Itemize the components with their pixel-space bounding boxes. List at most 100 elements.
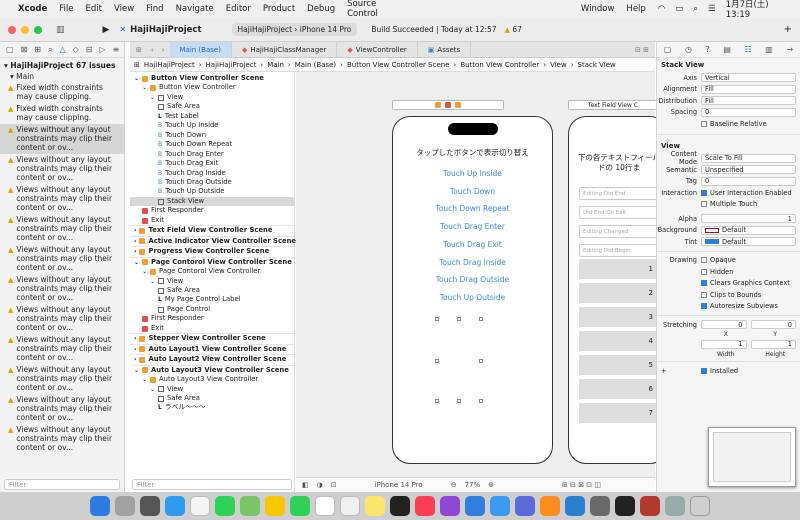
opaque-checkbox[interactable] [701, 257, 707, 264]
outline-row[interactable]: ⌄ Page Contorol View Controller Scene [130, 256, 294, 267]
phone-button[interactable]: Touch Up Inside [393, 169, 552, 178]
app-store-icon[interactable] [465, 496, 485, 516]
xcode-icon[interactable] [490, 496, 510, 516]
stretch-width-field[interactable]: 1 [701, 339, 747, 349]
menu-editor[interactable]: Editor [226, 4, 251, 14]
issue-row[interactable]: ▲ Views without any layout constraints ma… [0, 334, 124, 364]
notes-icon[interactable] [365, 496, 385, 516]
resize-handle[interactable] [479, 399, 483, 403]
issue-row[interactable]: ▲ Views without any layout constraints ma… [0, 424, 124, 454]
outline-row[interactable]: B Touch Drag Exit [130, 159, 294, 168]
outline-row[interactable]: ⌄ View [130, 277, 294, 286]
issue-row[interactable]: ▲ Views without any layout constraints ma… [0, 244, 124, 274]
number-cell[interactable]: 4 [579, 331, 665, 351]
quick-help-icon[interactable]: ? [706, 45, 710, 54]
zoom-out-icon[interactable]: ⊖ [451, 481, 457, 489]
file-inspector-icon[interactable]: ▢ [664, 45, 672, 54]
minimize-icon[interactable] [21, 25, 29, 34]
discord-icon[interactable] [515, 496, 535, 516]
issue-row[interactable]: ▲ Views without any layout constraints ma… [0, 394, 124, 424]
scheme-selector[interactable]: HajiHajiProject › iPhone 14 Pro [231, 23, 358, 36]
close-icon[interactable] [8, 25, 16, 34]
background-popup[interactable]: Default [701, 225, 796, 235]
vscode-icon[interactable] [565, 496, 585, 516]
project-issue-row[interactable]: ▾ HajiHajiProject 67 issues [0, 60, 124, 71]
screenshot-thumbnail[interactable] [708, 427, 796, 487]
menu-product[interactable]: Product [263, 4, 295, 14]
number-cell[interactable]: 6 [579, 379, 665, 399]
grid-icon[interactable]: ⊞ [130, 46, 148, 54]
issue-row[interactable]: ▲ Views without any layout constraints ma… [0, 364, 124, 394]
warning-count-badge[interactable]: ▲ 67 [505, 25, 522, 34]
outline-row[interactable]: › Stepper View Controller Scene [130, 333, 294, 343]
outline-row[interactable]: L Test Label [130, 112, 294, 121]
menu-find[interactable]: Find [146, 4, 163, 14]
number-cell[interactable]: 5 [579, 355, 665, 375]
outline-row[interactable]: B Touch Up Inside [130, 121, 294, 130]
menu-debug[interactable]: Debug [307, 4, 335, 14]
outline-row[interactable]: Exit [130, 216, 294, 225]
disclosure-icon[interactable]: › [134, 237, 136, 246]
tv-icon[interactable] [390, 496, 410, 516]
breakpoint-icon[interactable]: ▷ [99, 45, 105, 54]
sidebar-toggle-icon[interactable]: ▥ [56, 25, 65, 35]
disclosure-icon[interactable]: › [134, 247, 136, 256]
autoresize-checkbox[interactable] [701, 303, 707, 310]
issue-row[interactable]: ▲ Fixed width constraints may cause clipp… [0, 103, 124, 124]
menu-clock[interactable]: 1月7日(土) 13:19 [726, 0, 794, 20]
property-popup[interactable]: 0 [701, 107, 796, 117]
books-icon[interactable] [540, 496, 560, 516]
outline-row[interactable]: B Touch Up Outside [130, 187, 294, 196]
disclosure-icon[interactable]: ⌄ [142, 83, 147, 92]
issue-row[interactable]: ▲ Views without any layout constraints ma… [0, 124, 124, 154]
test-icon[interactable]: ◇ [73, 45, 79, 54]
phone-button[interactable]: Touch Down [393, 187, 552, 196]
control-center-icon[interactable]: ☰ [708, 4, 716, 14]
history-icon[interactable]: ◷ [685, 45, 692, 54]
text-field-instructions[interactable]: 下の各テキストフィールドの 10行ま [577, 153, 661, 173]
multiple-touch-checkbox[interactable] [701, 201, 707, 208]
phone-button[interactable]: Touch Drag Inside [393, 258, 552, 267]
outline-row[interactable]: ⌄ Auto Layout3 View Controller Scene [130, 364, 294, 375]
chrome-icon[interactable] [190, 496, 210, 516]
back-icon[interactable]: ‹ [148, 46, 157, 54]
outline-row[interactable]: L My Page Control Label [130, 295, 294, 304]
property-popup[interactable]: 0 [701, 176, 796, 186]
outline-row[interactable]: Safe Area [130, 394, 294, 403]
trash-icon[interactable] [690, 496, 710, 516]
installed-add-icon[interactable]: + [657, 367, 701, 375]
jump-item[interactable]: Main [267, 61, 284, 69]
disclosure-icon[interactable]: › [134, 334, 136, 343]
reminders-icon[interactable] [340, 496, 360, 516]
add-icon[interactable]: + [784, 24, 792, 35]
menu-app-name[interactable]: Xcode [18, 4, 47, 14]
issue-row[interactable]: ▲ Views without any layout constraints ma… [0, 274, 124, 304]
issue-row[interactable]: ▲ Views without any layout constraints ma… [0, 304, 124, 334]
phone-button[interactable]: Touch Drag Enter [393, 222, 552, 231]
disclosure-icon[interactable]: ⌄ [134, 74, 139, 83]
messages-icon[interactable] [215, 496, 235, 516]
disclosure-icon[interactable]: › [134, 226, 136, 235]
resize-handle[interactable] [435, 359, 439, 363]
menu-file[interactable]: File [59, 4, 73, 14]
menu-edit[interactable]: Edit [86, 4, 102, 14]
outline-row[interactable]: B Touch Down Repeat [130, 140, 294, 149]
tab-main-base[interactable]: Main (Base) [169, 41, 232, 58]
outline-row[interactable]: L ラベル〜〜〜 [130, 403, 294, 412]
photos-icon[interactable] [265, 496, 285, 516]
outline-row[interactable]: › Progress View Controller Scene [130, 246, 294, 256]
source-control-icon[interactable]: ⊠ [21, 45, 28, 54]
outline-row[interactable]: Safe Area [130, 286, 294, 295]
zoom-icon[interactable] [34, 25, 42, 34]
search-icon[interactable]: ⌕ [693, 4, 698, 14]
size-icon[interactable]: ▥ [765, 45, 773, 54]
number-cell[interactable]: 2 [579, 283, 665, 303]
zoom-in-icon[interactable]: ⊕ [488, 481, 494, 489]
zoom-level[interactable]: 77% [465, 481, 481, 489]
property-popup[interactable]: Unspecified [701, 165, 796, 175]
stretch-height-field[interactable]: 1 [750, 339, 796, 349]
maps-icon[interactable] [240, 496, 260, 516]
disclosure-icon[interactable]: ⌄ [134, 258, 139, 267]
outline-row[interactable]: › Active Indicator View Controller Scene [130, 235, 296, 246]
number-cell[interactable]: 3 [579, 307, 665, 327]
